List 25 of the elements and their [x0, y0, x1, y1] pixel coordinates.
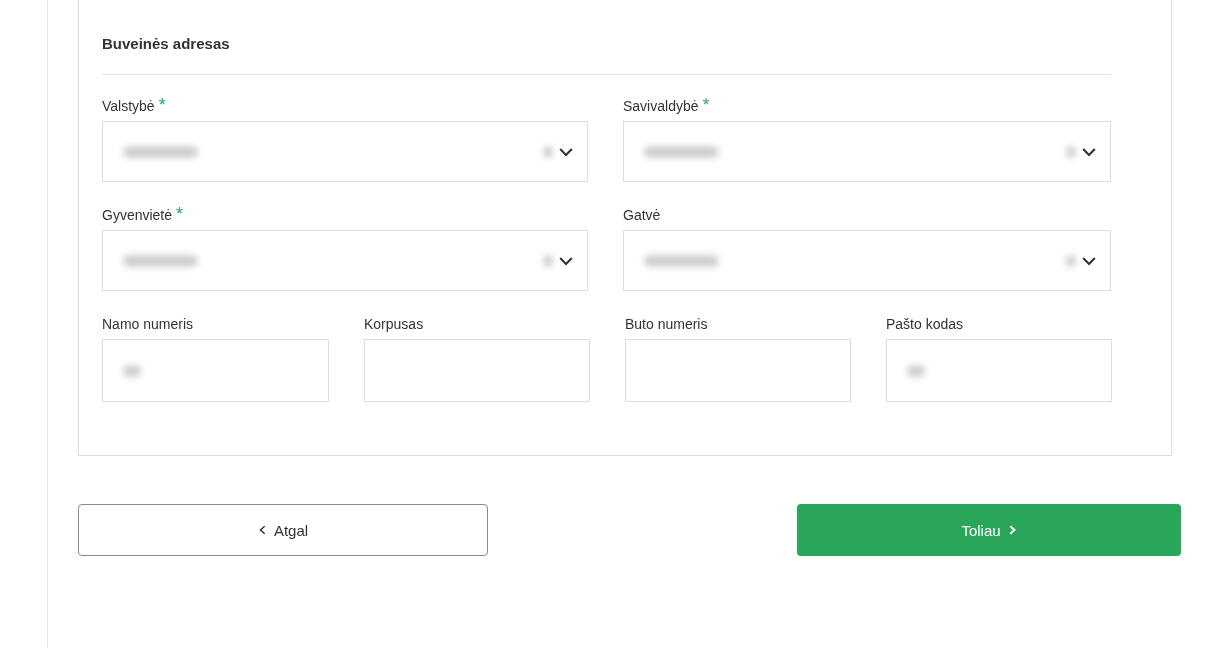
redacted-value — [907, 364, 925, 377]
input-field[interactable] — [625, 339, 851, 402]
select-field[interactable] — [102, 121, 588, 182]
input-field[interactable] — [364, 339, 590, 402]
field-label: Gatvė — [623, 206, 661, 225]
back-button[interactable]: Atgal — [78, 504, 488, 556]
redacted-mark — [543, 254, 553, 267]
chevron-icon — [257, 525, 268, 535]
field-label: Pašto kodas — [886, 315, 964, 334]
select-field[interactable] — [623, 121, 1111, 182]
field-label: Buto numeris — [625, 315, 708, 334]
field-label: Valstybė * — [102, 96, 166, 116]
field-label: Savivaldybė * — [623, 96, 710, 116]
field-label: Gyvenvietė * — [102, 205, 184, 225]
redacted-value — [123, 364, 141, 377]
select-field[interactable] — [623, 230, 1111, 291]
field-label: Namo numeris — [102, 315, 194, 334]
field-label: Korpusas — [364, 315, 424, 334]
select-field[interactable] — [102, 230, 588, 291]
input-field[interactable] — [102, 339, 329, 402]
input-field[interactable] — [886, 339, 1112, 402]
redacted-mark — [543, 145, 553, 158]
section-title: Buveinės adresas — [102, 34, 231, 54]
redacted-mark — [1066, 145, 1076, 158]
redacted-mark — [1066, 254, 1076, 267]
